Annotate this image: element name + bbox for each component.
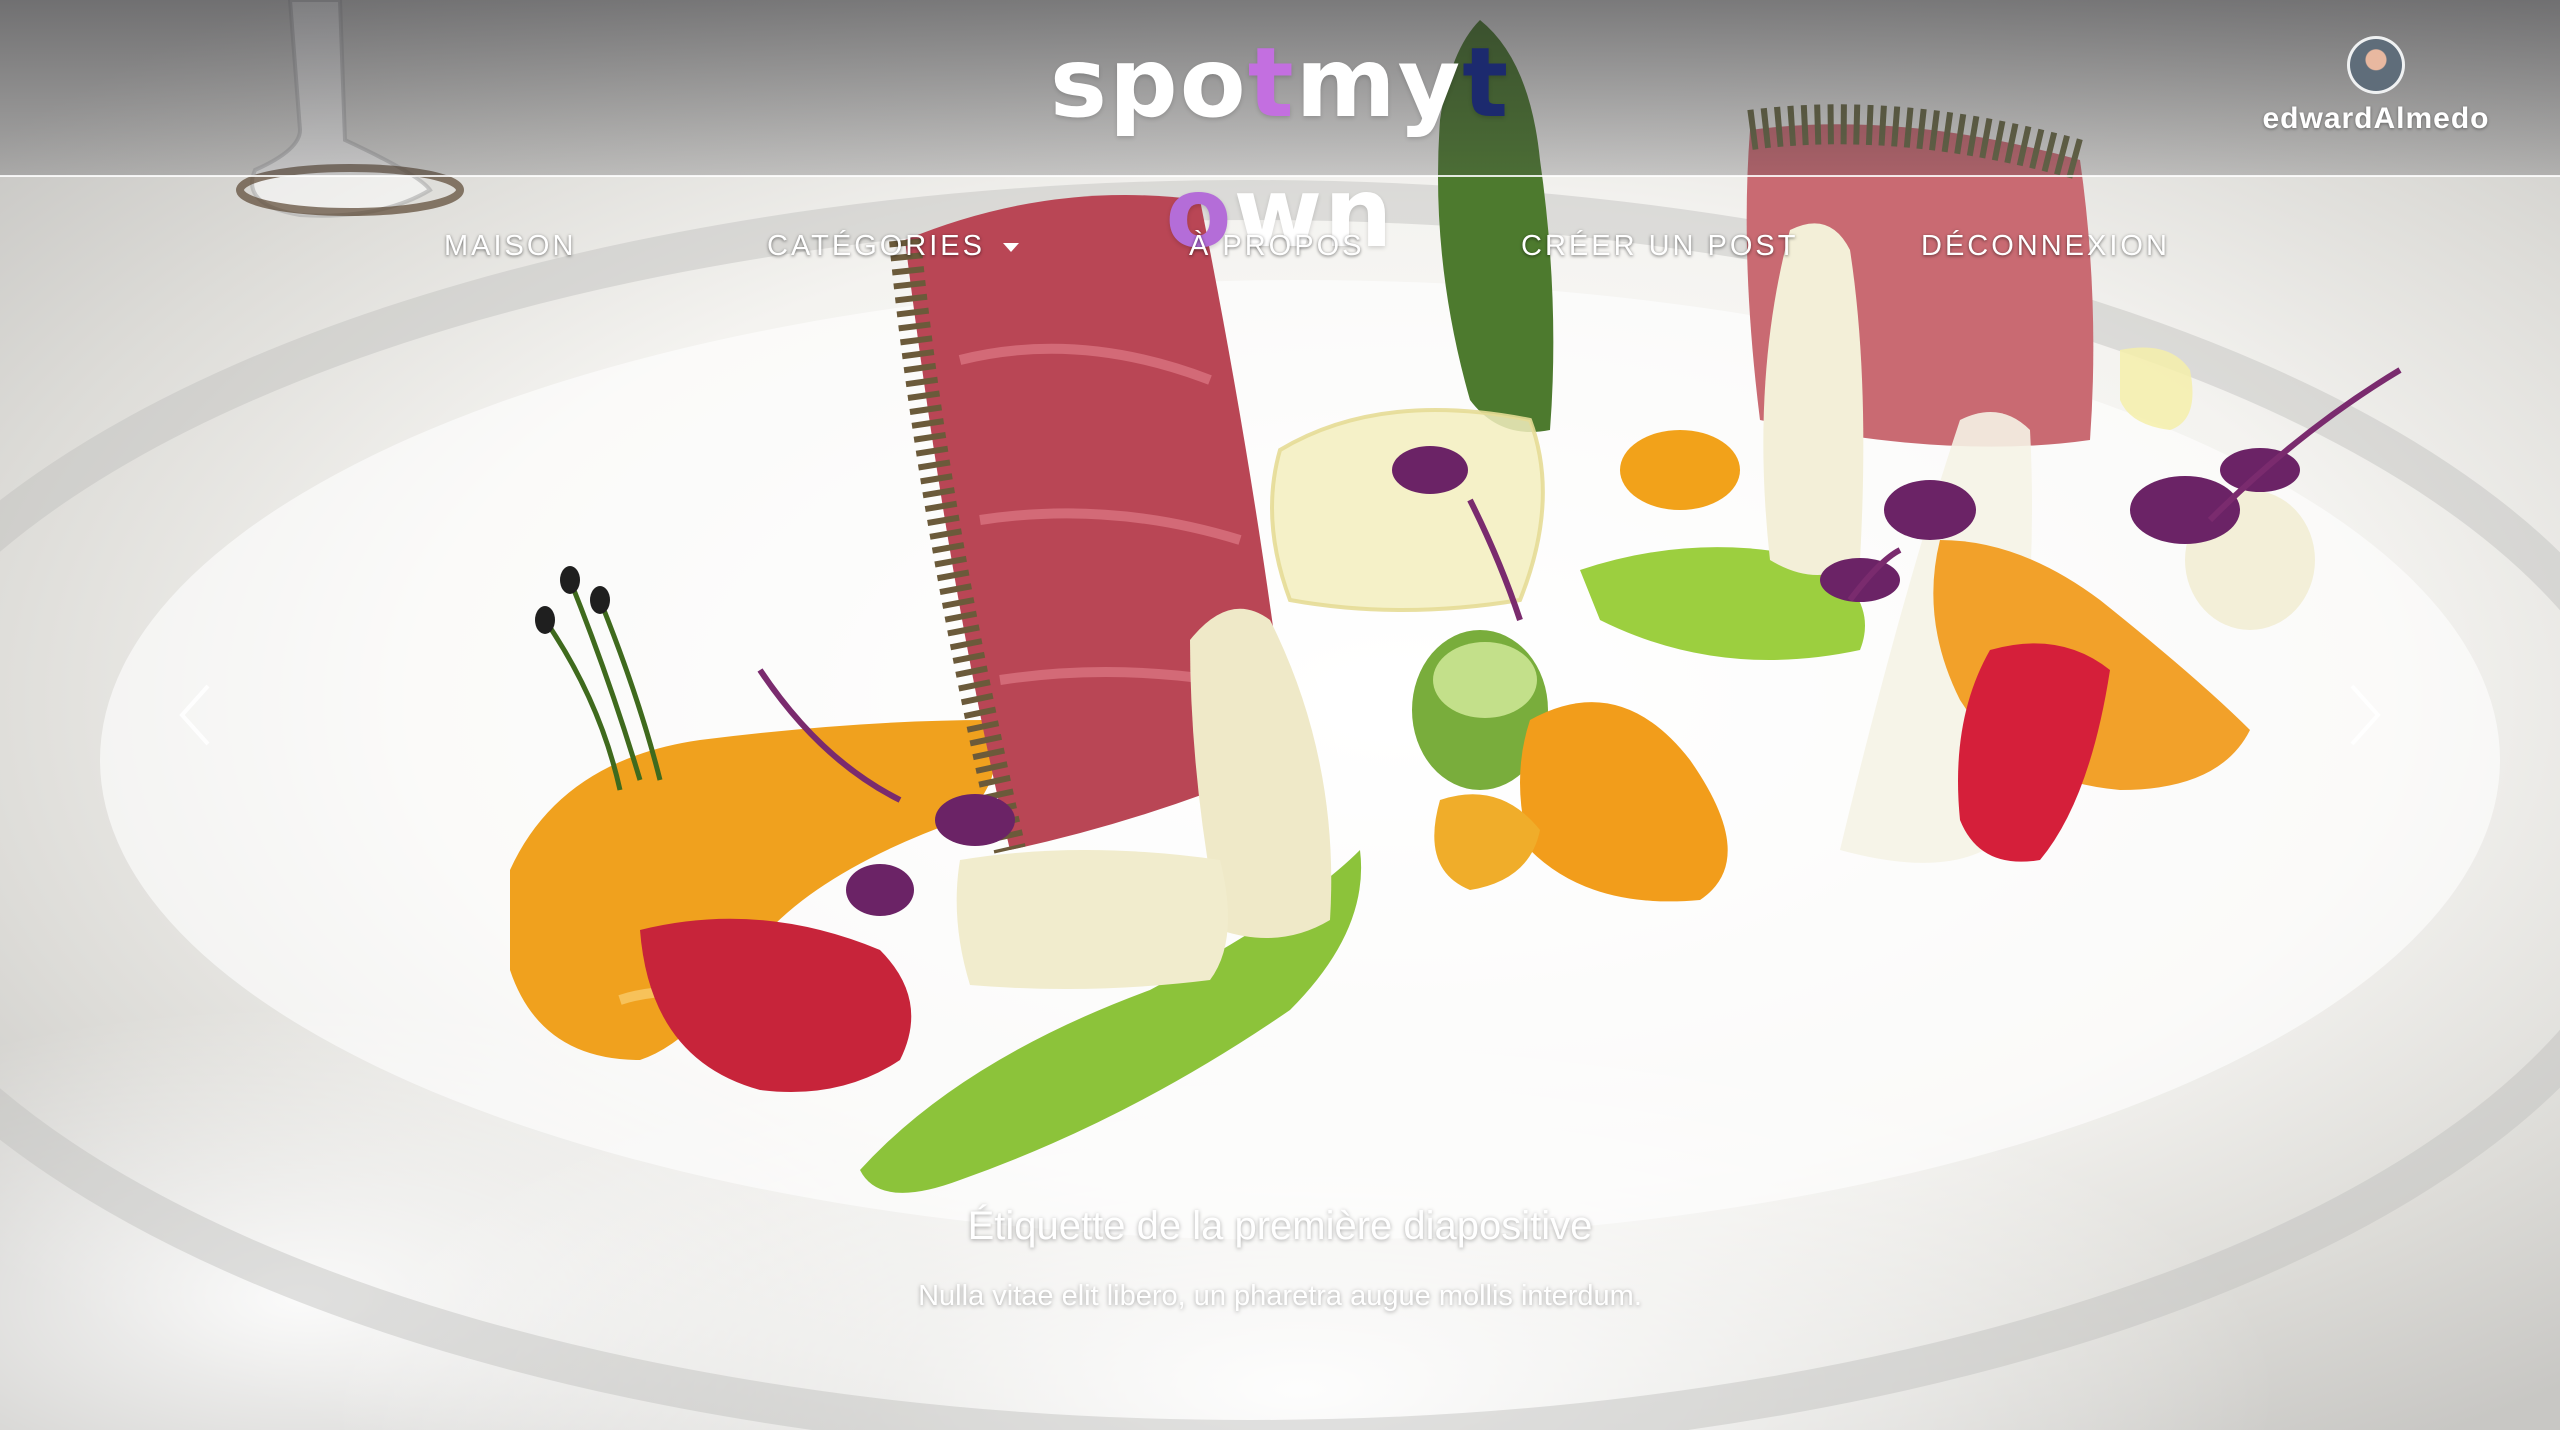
slide-caption-text: Nulla vitae elit libero, un pharetra aug… [918,1280,1642,1312]
logo-letter: t [1462,27,1511,139]
nav-item-categories[interactable]: CATÉGORIES [767,224,1019,268]
nav-item-create-post[interactable]: CRÉER UN POST [1521,224,1798,268]
nav-item-logout[interactable]: DÉCONNEXION [1921,224,2170,268]
hero-carousel: spotmytown edwardAlmedo MAISON CATÉGORIE… [0,0,2560,1430]
avatar[interactable] [2347,36,2405,94]
user-menu[interactable]: edwardAlmedo [2256,36,2496,136]
carousel-prev-button[interactable] [174,680,214,750]
nav-item-categories-label: CATÉGORIES [767,230,985,262]
logo-letter: s [1049,27,1110,139]
logo-letter: p [1109,27,1180,139]
nav-item-home[interactable]: MAISON [444,224,576,268]
nav-item-about[interactable]: À PROPOS [1189,224,1365,268]
slide-caption-title: Étiquette de la première diapositive [967,1204,1593,1248]
chevron-right-icon [2350,684,2381,746]
logo-letter: y [1397,27,1463,139]
logo-letter: o [1179,27,1248,139]
logo-letter: m [1295,27,1398,139]
carousel-next-button[interactable] [2346,680,2386,750]
main-nav: MAISON CATÉGORIES À PROPOS CRÉER UN POST… [0,224,2560,268]
chevron-left-icon [179,684,210,746]
username-label[interactable]: edwardAlmedo [2256,102,2496,136]
site-logo[interactable]: spotmytown [1030,18,1530,269]
logo-letter: t [1247,27,1296,139]
caret-down-icon [1003,242,1019,252]
header-divider [0,175,2560,177]
